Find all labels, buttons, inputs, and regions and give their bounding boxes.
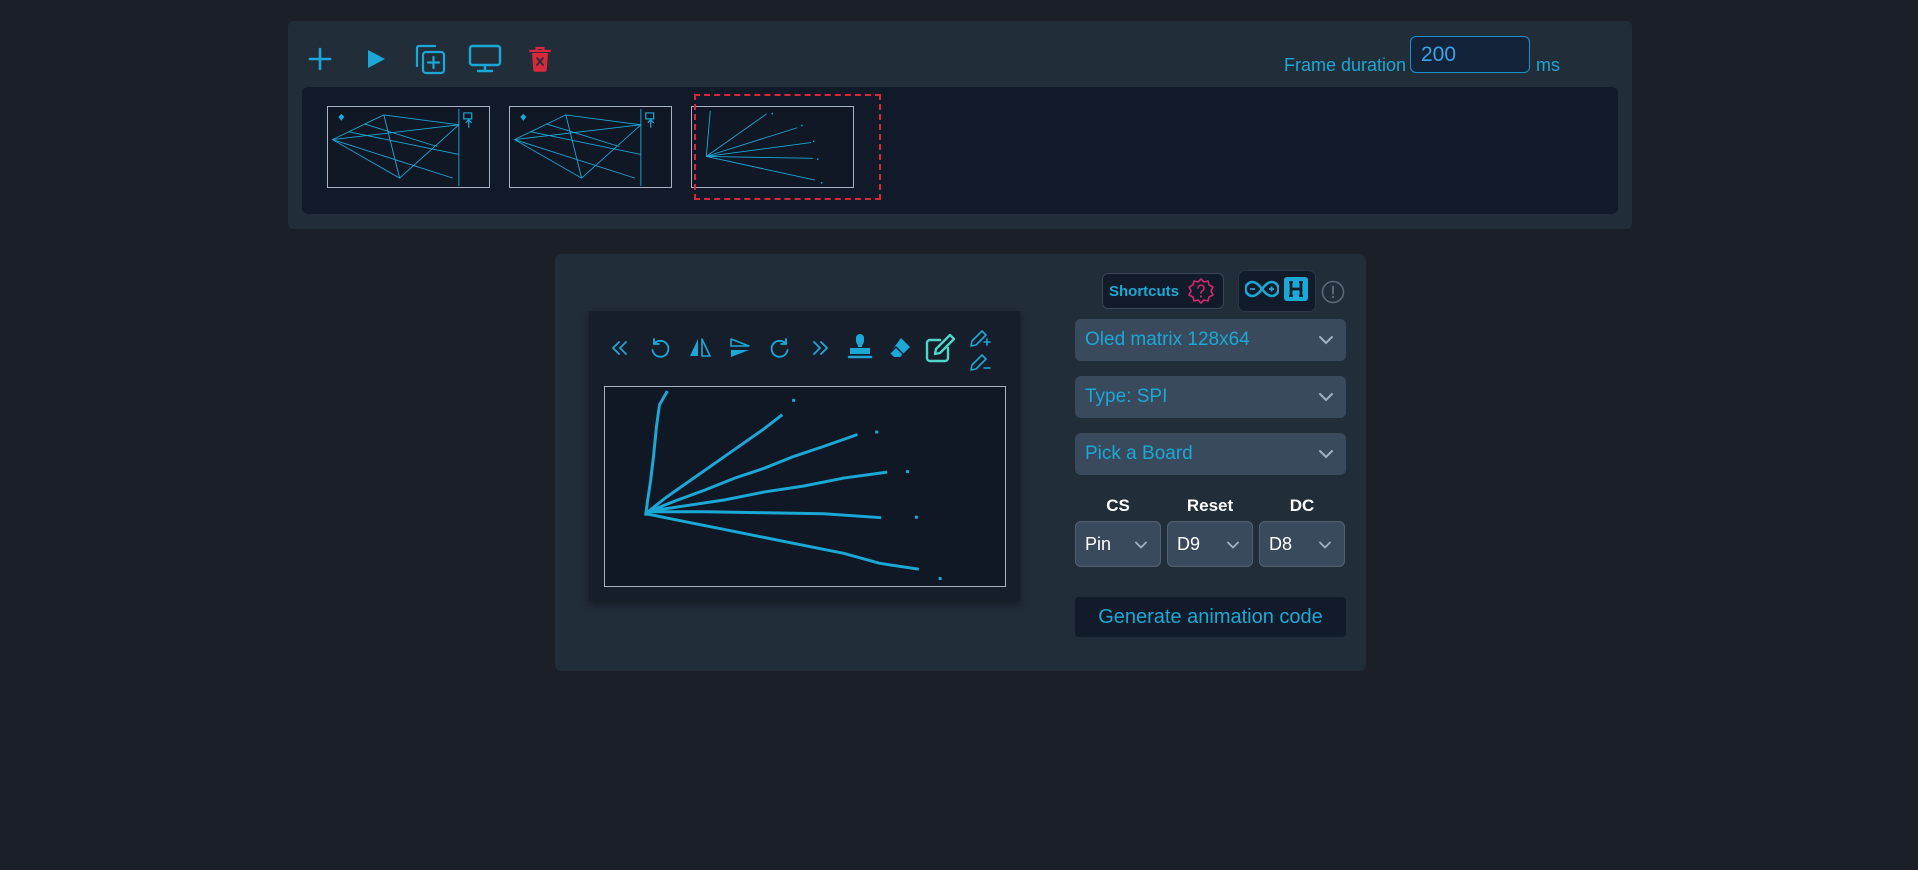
shift-left-button[interactable] (603, 331, 637, 365)
chevron-down-icon (1227, 541, 1239, 549)
rotate-left-button[interactable] (643, 331, 677, 365)
eraser-icon (889, 338, 910, 357)
eraser-tool-button[interactable] (883, 331, 917, 365)
reset-pin-label: Reset (1186, 496, 1234, 515)
chevron-down-icon (1319, 450, 1333, 459)
chevrons-right-icon (813, 341, 828, 355)
pen-minus-icon (970, 354, 991, 371)
pencil-icon (925, 333, 956, 363)
cs-pin-value: Pin (1085, 533, 1112, 554)
shortcuts-button[interactable]: Shortcuts (1102, 273, 1224, 309)
drawing-area (589, 311, 1020, 601)
delete-frame-button[interactable] (520, 39, 560, 79)
rotate-left-icon (651, 338, 670, 358)
play-icon (368, 50, 385, 68)
duplicate-icon (415, 44, 446, 75)
dc-pin-label: DC (1289, 496, 1315, 515)
rotate-right-icon (770, 338, 789, 358)
dc-pin-select[interactable]: D8 (1259, 521, 1345, 567)
reset-pin-value: D9 (1177, 533, 1201, 554)
pen-plus-icon (970, 330, 991, 347)
dc-pin-value: D8 (1269, 533, 1293, 554)
chevron-down-icon (1319, 336, 1333, 345)
add-frame-button[interactable] (300, 39, 340, 79)
display-type-select[interactable]: Oled matrix 128x64 (1075, 319, 1346, 361)
info-button[interactable] (1321, 280, 1345, 309)
chevron-down-icon (1135, 541, 1147, 549)
chevron-down-icon (1319, 541, 1331, 549)
arduino-mode-button[interactable] (1244, 278, 1280, 305)
chevrons-left-icon (612, 341, 627, 355)
frame-thumbnail-selected[interactable] (691, 106, 854, 188)
board-value: Pick a Board (1085, 443, 1193, 464)
play-button[interactable] (355, 39, 395, 79)
generate-code-button[interactable]: Generate animation code (1075, 597, 1346, 637)
shortcuts-label: Shortcuts (1109, 282, 1180, 300)
interface-type-select[interactable]: Type: SPI (1075, 376, 1346, 418)
flip-horizontal-button[interactable] (683, 331, 717, 365)
flip-horizontal-icon (690, 338, 711, 357)
duplicate-frame-button[interactable] (410, 39, 450, 79)
monitor-icon (468, 44, 502, 73)
frame-preview-image (513, 108, 655, 187)
cs-pin-label: CS (1106, 496, 1130, 515)
shift-right-button[interactable] (803, 331, 837, 365)
info-icon (1321, 280, 1345, 304)
pencil-tool-button[interactable] (923, 331, 957, 365)
plus-icon (308, 47, 332, 71)
arduino-infinity-icon (1244, 280, 1280, 297)
chevron-down-icon (1319, 393, 1333, 402)
flip-vertical-button[interactable] (723, 331, 757, 365)
frame-duration-label: Frame duration (1284, 55, 1407, 75)
output-mode-toggle (1239, 271, 1315, 311)
display-type-value: Oled matrix 128x64 (1085, 329, 1250, 350)
pen-add-button[interactable] (963, 327, 997, 351)
header-mode-button[interactable] (1283, 276, 1309, 307)
frame-thumbnail[interactable] (327, 106, 490, 188)
trash-icon (528, 46, 552, 72)
reset-pin-select[interactable]: D9 (1167, 521, 1253, 567)
editor-panel: Shortcuts Oled matrix 128x64 Type: SPI P… (555, 254, 1366, 671)
canvas-drawing (644, 390, 942, 581)
pixel-canvas[interactable] (604, 386, 1006, 587)
stamp-tool-button[interactable] (843, 331, 877, 365)
frame-duration-input[interactable] (1410, 36, 1530, 73)
cs-pin-select[interactable]: Pin (1075, 521, 1161, 567)
board-select[interactable]: Pick a Board (1075, 433, 1346, 475)
interface-type-value: Type: SPI (1085, 386, 1168, 407)
stamp-icon (847, 334, 873, 359)
frames-strip (302, 87, 1618, 214)
header-h-icon (1284, 276, 1308, 301)
help-badge-icon (1188, 278, 1214, 304)
frame-preview-image (331, 108, 473, 187)
frame-thumbnail[interactable] (509, 106, 672, 188)
pen-remove-button[interactable] (963, 351, 997, 375)
rotate-right-button[interactable] (763, 331, 797, 365)
frame-preview-image (705, 110, 823, 184)
preview-button[interactable] (465, 39, 505, 79)
frames-panel: Frame duration ms (288, 21, 1632, 229)
frame-duration-unit: ms (1536, 55, 1560, 75)
flip-vertical-icon (730, 338, 750, 357)
